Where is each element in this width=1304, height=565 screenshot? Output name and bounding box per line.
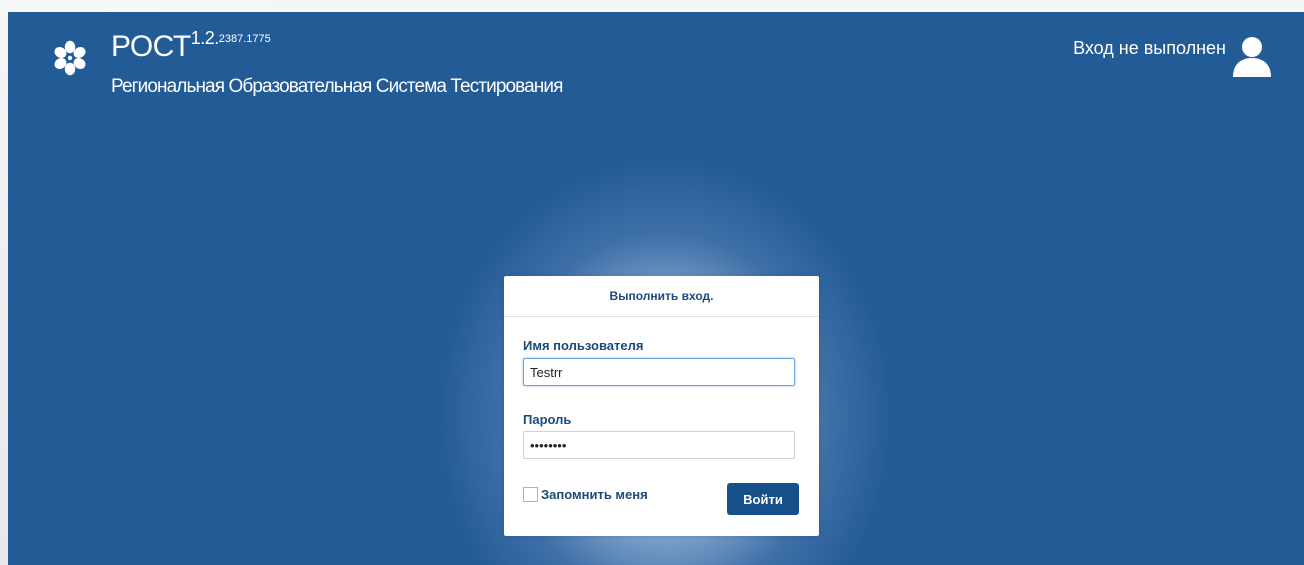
remember-me-checkbox[interactable] [523,487,538,502]
app-background: РОСТ1.2.2387.1775 Региональная Образоват… [8,12,1304,565]
flower-logo-icon [54,40,86,76]
browser-viewport: РОСТ1.2.2387.1775 Региональная Образоват… [0,0,1304,565]
login-button[interactable]: Войти [727,483,799,515]
login-panel: Выполнить вход. Имя пользователя Пароль … [504,276,819,536]
build-number: 2387.1775 [218,33,271,45]
version-number: 1.2. [190,28,220,48]
password-label: Пароль [523,412,572,427]
brand-subtitle: Региональная Образовательная Система Тес… [111,76,563,97]
login-panel-title: Выполнить вход. [504,276,819,317]
username-input[interactable] [523,358,795,386]
remember-me-label[interactable]: Запомнить меня [541,487,648,502]
password-input[interactable] [523,431,795,459]
login-status-text[interactable]: Вход не выполнен [1073,38,1226,59]
remember-me[interactable]: Запомнить меня [523,487,648,502]
brand-title: РОСТ1.2.2387.1775 [111,28,271,64]
user-icon[interactable] [1230,34,1274,78]
brand-name: РОСТ [111,30,191,63]
username-label: Имя пользователя [523,338,644,353]
